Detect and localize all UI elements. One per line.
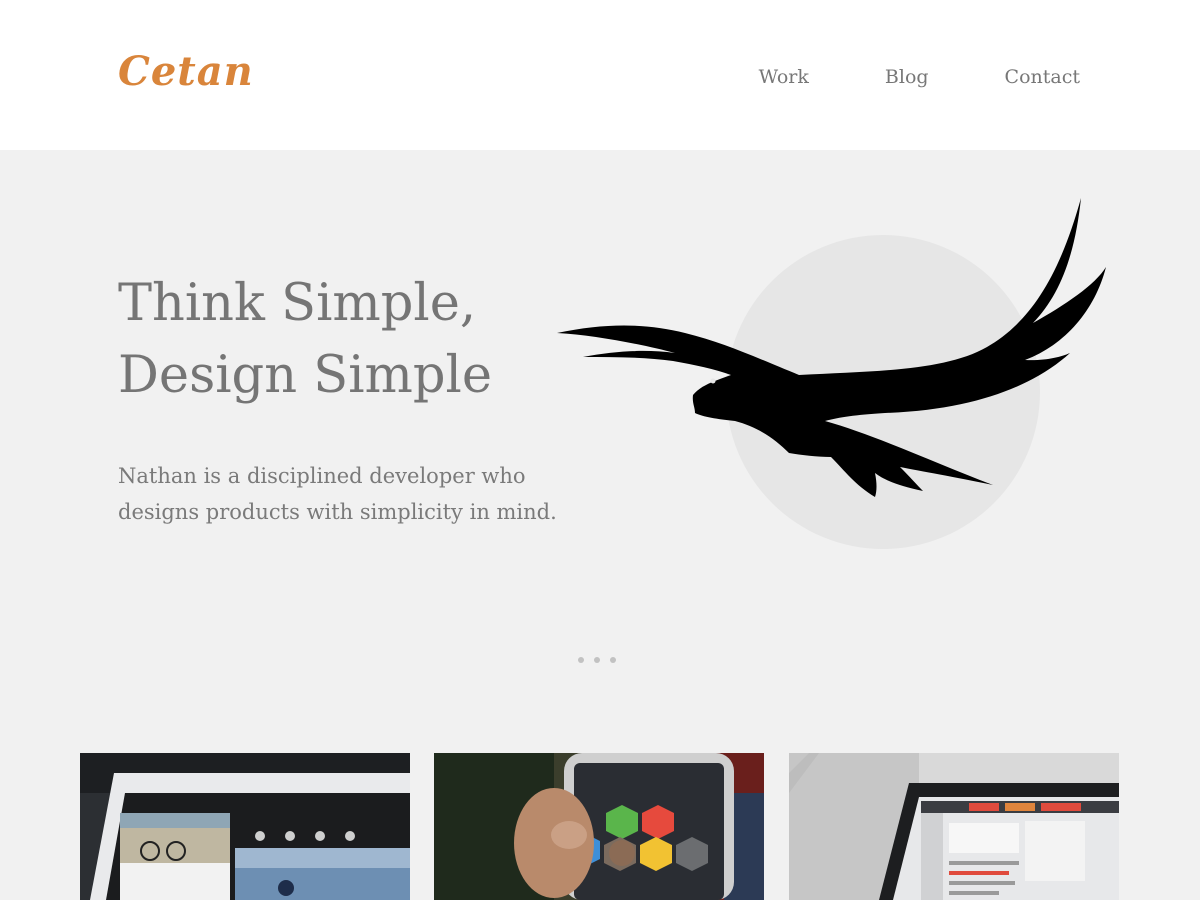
pagination-dot-1[interactable] (578, 657, 584, 663)
nav-work-link[interactable]: Work (759, 66, 809, 88)
portfolio-card-tablet-calendar[interactable] (789, 753, 1119, 900)
site-header: Cetan Work Blog Contact (0, 0, 1200, 150)
nav-contact-link[interactable]: Contact (1005, 66, 1080, 88)
hero-headline-line-1: Think Simple, (118, 274, 477, 333)
tablet-calendar-app-icon (789, 753, 1119, 900)
hero-section: Think Simple, Design Simple Nathan is a … (0, 150, 1200, 750)
tablet-photo-app-icon (80, 753, 410, 900)
pagination-dot-2[interactable] (594, 657, 600, 663)
hero-headline: Think Simple, Design Simple (118, 268, 492, 412)
eagle-eye-icon (710, 378, 716, 384)
main-nav: Work Blog Contact (683, 66, 1080, 88)
hero-tagline: Nathan is a disciplined developer who de… (118, 464, 557, 524)
portfolio-card-phone-social[interactable] (434, 753, 764, 900)
site-logo[interactable]: Cetan (118, 48, 254, 95)
phone-social-app-icon (434, 753, 764, 900)
portfolio-card-tablet-photo[interactable] (80, 753, 410, 900)
pagination-dots (578, 657, 626, 663)
portfolio-grid (0, 753, 1200, 900)
hero-headline-line-2: Design Simple (118, 346, 493, 405)
eagle-illustration (557, 198, 1106, 549)
pagination-dot-3[interactable] (610, 657, 616, 663)
nav-blog-link[interactable]: Blog (885, 66, 929, 88)
